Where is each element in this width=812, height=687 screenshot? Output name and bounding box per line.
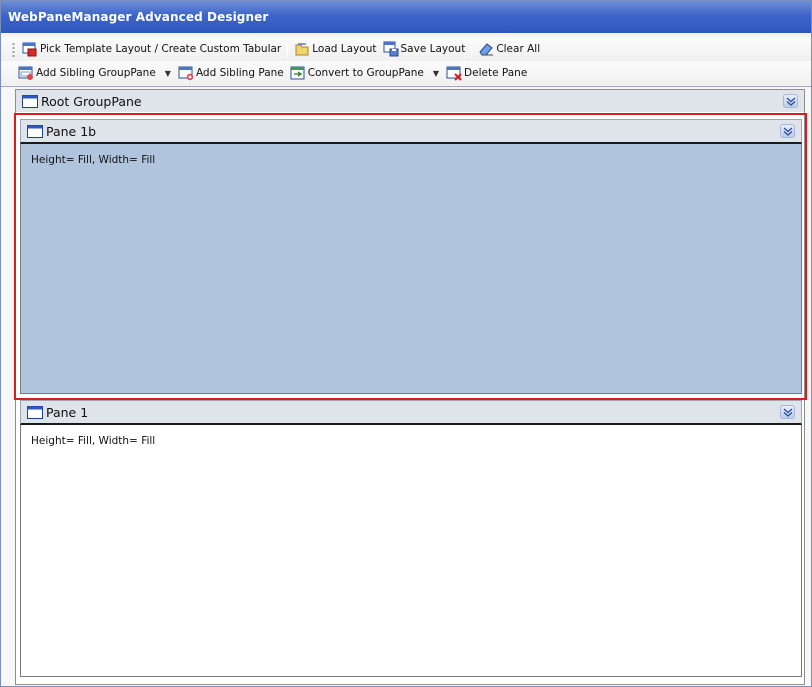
load-layout-button[interactable]: Load Layout: [291, 39, 379, 59]
save-layout-button[interactable]: Save Layout: [380, 39, 469, 59]
chevron-down-icon: [786, 97, 796, 106]
window-icon: [27, 405, 43, 419]
clear-all-button[interactable]: Clear All: [475, 39, 543, 59]
collapse-button[interactable]: [783, 94, 798, 108]
pane-title: Pane 1: [46, 404, 89, 420]
pane-body-selected[interactable]: Height= Fill, Width= Fill: [20, 144, 802, 394]
window-icon: [27, 124, 43, 138]
delete-pane-icon: [446, 66, 462, 81]
pane-header[interactable]: Pane 1b: [20, 119, 802, 144]
pick-template-label: Pick Template Layout / Create Custom Tab…: [40, 43, 282, 55]
clear-all-label: Clear All: [496, 43, 541, 55]
template-layout-icon: [22, 42, 37, 57]
pane-size-info: Height= Fill, Width= Fill: [31, 154, 156, 166]
add-sibling-grouppane-button[interactable]: Add Sibling GroupPane: [15, 63, 159, 83]
toolbar-top: Pick Template Layout / Create Custom Tab…: [1, 37, 811, 61]
load-layout-icon: [295, 43, 309, 56]
toolbar-grip[interactable]: [12, 41, 15, 57]
delete-pane-button[interactable]: Delete Pane: [443, 63, 530, 83]
collapse-button[interactable]: [780, 405, 795, 419]
add-sibling-grouppane-label: Add Sibling GroupPane: [36, 67, 156, 79]
collapse-button[interactable]: [780, 124, 795, 138]
pane-header[interactable]: Pane 1: [20, 400, 802, 425]
delete-pane-label: Delete Pane: [464, 67, 528, 79]
pick-template-button[interactable]: Pick Template Layout / Create Custom Tab…: [19, 39, 284, 59]
window-title: WebPaneManager Advanced Designer: [1, 1, 811, 33]
save-layout-label: Save Layout: [400, 43, 466, 55]
toolbar-separator: [471, 41, 473, 57]
toolbar-bottom: Add Sibling GroupPane ▼ Add Sibling Pane…: [1, 61, 811, 85]
toolbar-separator: [287, 41, 289, 57]
eraser-icon: [479, 43, 494, 56]
convert-to-grouppane-button[interactable]: Convert to GroupPane: [287, 63, 427, 83]
chevron-down-icon: [783, 127, 793, 136]
chevron-down-icon[interactable]: ▼: [165, 69, 171, 78]
convert-to-grouppane-label: Convert to GroupPane: [307, 67, 424, 79]
add-sibling-pane-button[interactable]: Add Sibling Pane: [175, 63, 287, 83]
add-grouppane-icon: [18, 66, 33, 80]
load-layout-label: Load Layout: [312, 43, 377, 55]
save-layout-icon: [383, 41, 398, 57]
root-grouppane-title: Root GroupPane: [41, 93, 142, 109]
chevron-down-icon: [783, 408, 793, 417]
pane-body[interactable]: Height= Fill, Width= Fill: [20, 425, 802, 677]
convert-icon: [290, 66, 305, 80]
chevron-down-icon[interactable]: ▼: [433, 69, 439, 78]
pane-size-info: Height= Fill, Width= Fill: [31, 435, 156, 447]
root-grouppane-header[interactable]: Root GroupPane: [16, 90, 804, 112]
add-sibling-pane-label: Add Sibling Pane: [195, 67, 284, 79]
window-icon: [22, 94, 38, 108]
add-pane-icon: [178, 66, 194, 81]
pane-title: Pane 1b: [46, 123, 97, 139]
